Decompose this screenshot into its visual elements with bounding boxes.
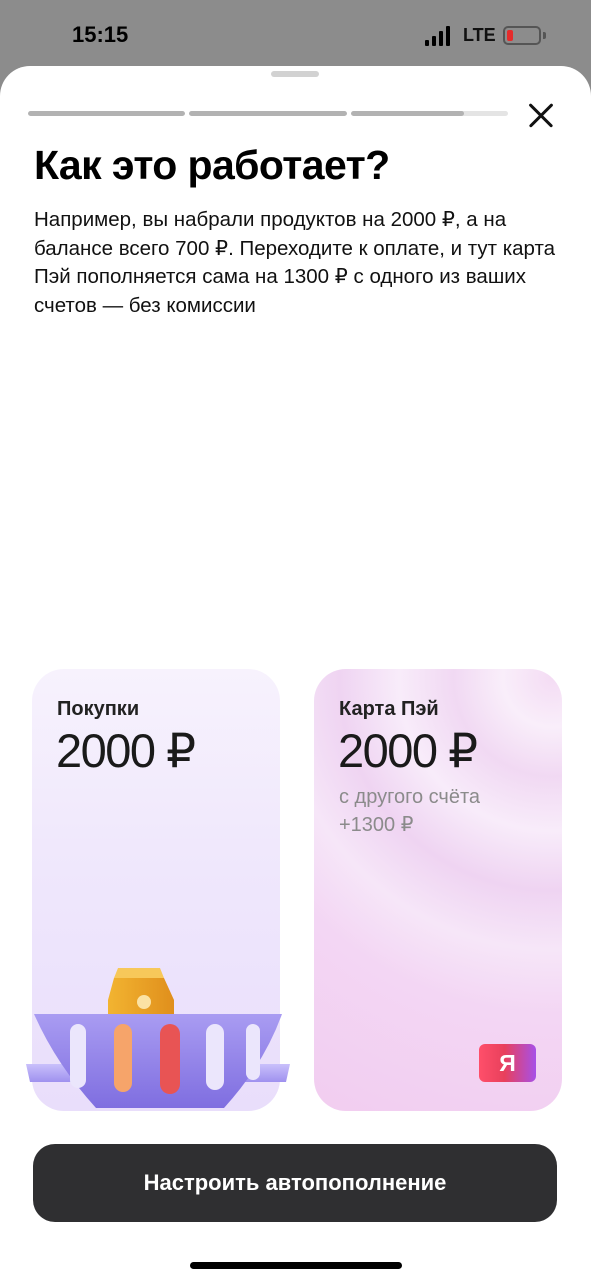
pay-card: Карта Пэй 2000 ₽ с другого счёта +1300 ₽… [314,669,562,1111]
progress-segment [28,111,186,116]
topup-amount: +1300 ₽ [339,814,414,836]
progress-segment [189,111,347,116]
status-bar: 15:15 LTE [0,0,591,70]
status-time: 15:15 [72,22,129,47]
topup-source: с другого счёта [339,786,481,808]
close-icon[interactable] [522,96,560,134]
purchases-amount: 2000 ₽ [56,724,196,777]
yandex-logo-icon: Я [479,1044,536,1082]
description-text: Например, вы набрали продуктов на 2000 ₽… [34,208,556,317]
page-title: Как это работает? [34,142,390,188]
progress-segment [350,111,508,116]
pay-card-amount: 2000 ₽ [338,724,478,777]
grocery-basket-icon [26,968,290,1108]
signal-icon [425,26,451,46]
progress-segment-fill [189,111,347,116]
sheet-grabber[interactable] [271,71,319,77]
battery-tip [543,32,546,39]
bottom-sheet: Как это работает? Например, вы набрали п… [0,66,591,1280]
purchases-label: Покупки [57,698,140,720]
network-label: LTE [463,25,496,45]
story-progress [28,111,508,116]
home-indicator [190,1262,402,1269]
progress-segment-fill [350,111,464,116]
battery-level [507,30,513,41]
setup-autotopup-button[interactable]: Настроить автопополнение [33,1144,557,1222]
battery-icon [503,26,541,45]
progress-segment-fill [28,111,186,116]
topup-info: с другого счёта +1300 ₽ [339,783,480,839]
pay-card-label: Карта Пэй [339,698,439,720]
